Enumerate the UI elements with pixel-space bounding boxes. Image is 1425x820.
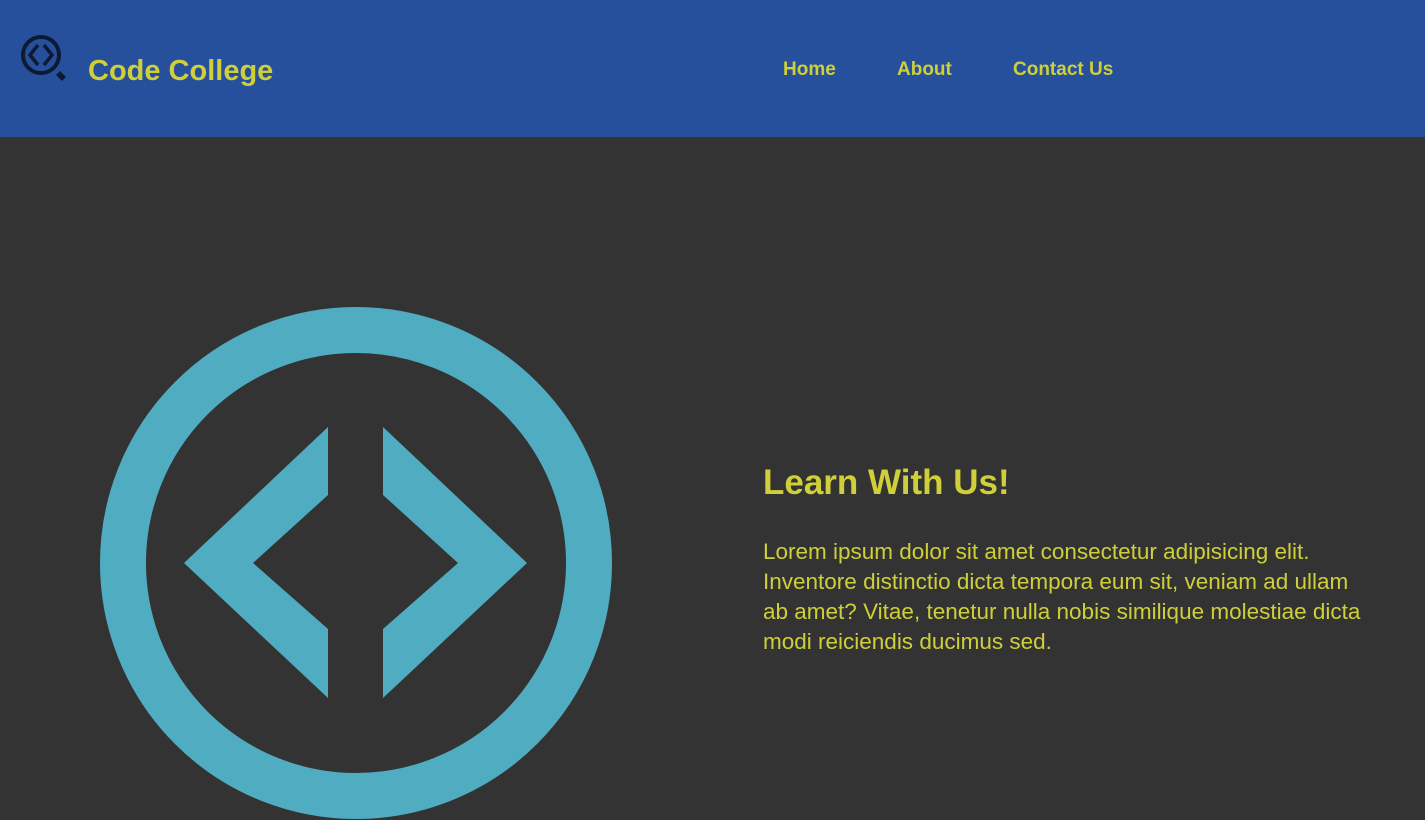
code-college-logo-icon[interactable] — [18, 33, 72, 83]
hero-body-text: Lorem ipsum dolor sit amet consectetur a… — [763, 539, 1361, 654]
code-brackets-logo-icon — [100, 307, 612, 819]
hero-heading: Learn With Us! — [763, 463, 1010, 502]
nav-link-home[interactable]: Home — [783, 58, 836, 82]
nav-link-contact-us[interactable]: Contact Us — [1013, 58, 1113, 82]
nav-link-about[interactable]: About — [897, 58, 952, 82]
site-header: Code College Home About Contact Us — [0, 0, 1425, 137]
brand-name[interactable]: Code College — [88, 52, 273, 90]
